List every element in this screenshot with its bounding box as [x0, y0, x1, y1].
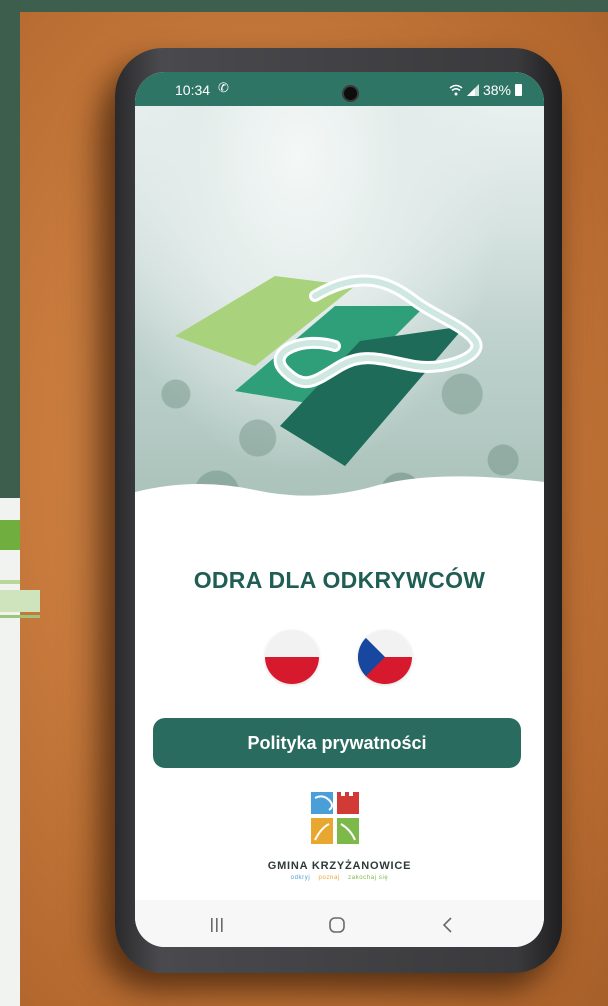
hero-image	[135, 106, 544, 526]
recent-apps-icon	[211, 918, 223, 932]
navigation-bar	[135, 900, 544, 947]
status-time: 10:34	[175, 82, 211, 98]
battery-icon	[515, 84, 522, 96]
signal-icon	[466, 84, 479, 96]
gmina-tagline: odkryj poznaj zakochaj się	[135, 875, 544, 881]
tagline-word: zakochaj się	[348, 875, 389, 881]
background-band	[20, 0, 608, 12]
czech-flag-icon	[358, 630, 412, 684]
tagline-word: odkryj	[290, 875, 311, 881]
photo-scene: 10:34 ✆ 38% ODRA DLA ODKRYWCÓW Polityka …	[0, 0, 608, 1006]
home-button[interactable]	[317, 910, 357, 940]
back-button[interactable]	[427, 910, 467, 940]
polish-language-button[interactable]	[265, 630, 319, 684]
poland-flag-icon	[265, 630, 319, 684]
tagline-word: poznaj	[318, 875, 340, 881]
gmina-name: GMINA KRZYŻANOWICE	[267, 860, 412, 872]
home-icon	[329, 917, 345, 933]
battery-percent: 38%	[482, 82, 511, 98]
status-bar: 10:34 ✆ 38%	[135, 72, 544, 106]
wave-divider	[135, 476, 544, 532]
recent-apps-button[interactable]	[197, 910, 237, 940]
status-icons: 38%	[449, 82, 522, 98]
background-panel	[0, 0, 20, 498]
odra-logo-icon	[175, 274, 483, 466]
phone-call-icon: ✆	[218, 80, 229, 95]
back-icon	[442, 917, 452, 933]
phone-screen: 10:34 ✆ 38% ODRA DLA ODKRYWCÓW Polityka …	[135, 72, 544, 947]
decorative-stripes	[0, 520, 40, 618]
app-title: ODRA DLA ODKRYWCÓW	[193, 567, 486, 593]
czech-language-button[interactable]	[358, 630, 412, 684]
wifi-icon	[449, 84, 463, 96]
gmina-logo-icon	[307, 788, 363, 848]
front-camera	[342, 85, 359, 102]
privacy-policy-button[interactable]: Polityka prywatności	[153, 718, 521, 768]
